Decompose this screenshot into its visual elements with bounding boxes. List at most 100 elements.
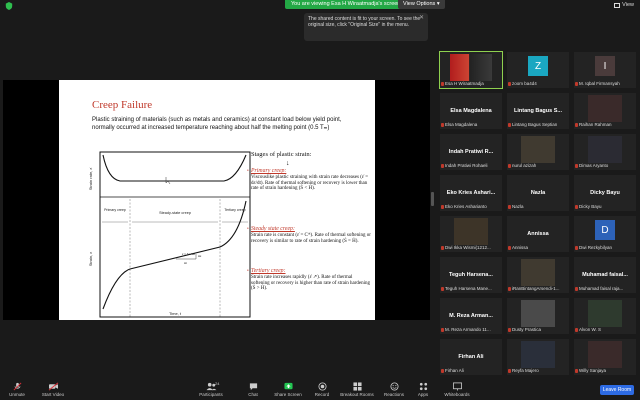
reactions-button[interactable]: Reactions <box>382 382 406 397</box>
muted-mic-icon <box>508 123 511 127</box>
participant-tile[interactable]: Eko Kries Ashari... Eko Kries Asharianto <box>440 175 502 211</box>
apps-icon <box>419 382 427 391</box>
participant-caption: Willy Sanjaya <box>579 368 607 373</box>
apps-button[interactable]: Apps <box>414 382 432 397</box>
delta-t-label: Δt <box>184 261 187 265</box>
view-options-button[interactable]: View Options ▾ <box>398 0 445 9</box>
view-button[interactable]: View <box>614 2 634 8</box>
top-bar: You are viewing Esa H Wiraatmadja's scre… <box>0 0 640 10</box>
participant-caption: Dwi Rezkybilyan <box>579 245 613 250</box>
stages-panel: Stages of plastic strain: ↓ • Primary cr… <box>247 151 371 291</box>
participant-tile[interactable]: I M. Iqbal Firmansyah <box>574 52 636 88</box>
tertiary-region-label: Tertiary creep <box>224 208 245 212</box>
participant-tile[interactable]: Reyfa Majero <box>507 339 569 375</box>
whiteboard-icon <box>452 382 462 391</box>
muted-mic-icon <box>575 369 578 373</box>
reactions-label: Reactions <box>383 392 404 397</box>
presentation-slide: Creep Failure Plastic straining of mater… <box>59 80 375 320</box>
tertiary-creep-text: Strain rate increases rapidly (ε̇ ↗). Ra… <box>251 274 370 292</box>
participant-caption: Elsa Magdalena <box>445 122 478 127</box>
video-thumbnail <box>521 341 555 368</box>
participant-tile[interactable]: Zzoom ba4d4 <box>507 52 569 88</box>
close-icon[interactable]: ✕ <box>419 15 424 21</box>
start-video-label: Start Video <box>41 392 65 397</box>
shared-screen: Creep Failure Plastic straining of mater… <box>3 80 430 320</box>
muted-mic-icon <box>575 82 578 86</box>
participant-tile[interactable]: Raihan Rahman <box>574 93 636 129</box>
bullet-icon: • <box>247 269 249 274</box>
participant-tile[interactable]: M. Reza Arman... M. Reza Armando 11... <box>440 298 502 334</box>
chat-button[interactable]: Chat <box>244 382 262 397</box>
video-thumbnail <box>588 136 622 163</box>
slide-paragraph: Plastic straining of materials (such as … <box>92 117 342 131</box>
participant-caption: Dimas Aryanto <box>579 163 609 168</box>
security-shield-icon[interactable] <box>5 2 13 10</box>
video-thumbnail <box>450 54 492 81</box>
video-thumbnail <box>521 300 555 327</box>
video-thumbnail <box>588 95 622 122</box>
participant-caption: iRanBintangArsendi-1... <box>512 286 560 291</box>
participant-caption: Dwi Ikka Wismi(1212... <box>445 245 491 250</box>
muted-mic-icon <box>508 82 511 86</box>
breakout-rooms-icon <box>352 382 362 391</box>
video-thumbnail <box>521 259 555 286</box>
participant-caption: zoom ba4d4 <box>512 81 537 86</box>
participant-caption: M. Iqbal Firmansyah <box>579 81 620 86</box>
unmute-button[interactable]: Unmute <box>6 382 28 397</box>
start-video-button[interactable]: Start Video <box>40 382 66 397</box>
participant-tile[interactable]: Dicky Bayu Dicky Bayu <box>574 175 636 211</box>
participant-tile[interactable]: Teguh Harsena... Teguh Harsena Mane... <box>440 257 502 293</box>
participant-tile[interactable]: Indah Pratiwi R... Indah Pratiwi Rohaeli <box>440 134 502 170</box>
tertiary-creep-block: • Tertiary creep: Strain rate increases … <box>247 268 371 292</box>
record-button[interactable]: Record <box>312 382 332 397</box>
fit-screen-tooltip: The shared content is fit to your screen… <box>304 13 428 41</box>
record-label: Record <box>314 392 330 397</box>
participant-caption: Annissa <box>512 245 529 250</box>
steady-creep-block: • Steady state creep: Strain rate is con… <box>247 226 371 244</box>
apps-label: Apps <box>417 392 429 397</box>
participant-caption: Reyfa Majero <box>512 368 539 373</box>
muted-mic-icon <box>508 205 511 209</box>
participant-caption: Esa H Wiraatmadja <box>445 81 484 86</box>
participant-caption: Muhamad faisal raja... <box>579 286 624 291</box>
participant-tile[interactable]: iRanBintangArsendi-1... <box>507 257 569 293</box>
participant-tile[interactable]: Esa H Wiraatmadja <box>439 51 503 89</box>
breakout-rooms-button[interactable]: Breakout Rooms <box>338 382 376 397</box>
creep-curve-diagram: Strain rate, ε̇ Strain, ε Time, t Primar… <box>88 151 251 318</box>
participant-tile[interactable]: Elsa Magdalena Elsa Magdalena <box>440 93 502 129</box>
muted-mic-icon <box>575 205 578 209</box>
share-screen-button[interactable]: Share Screen <box>274 382 302 397</box>
participant-tile[interactable]: Dwi Ikka Wismi(1212... <box>440 216 502 252</box>
participant-tile[interactable]: Nazla Nazla <box>507 175 569 211</box>
avatar: I <box>595 56 615 76</box>
participant-caption: Alvon W. S <box>579 327 602 332</box>
splitter-handle[interactable] <box>431 192 434 206</box>
participant-tile[interactable]: Muhamad faisal... Muhamad faisal raja... <box>574 257 636 293</box>
participant-caption: nurul azizah <box>512 163 537 168</box>
x-axis-label: Time, t <box>169 311 182 316</box>
participant-tile[interactable]: Alvon W. S <box>574 298 636 334</box>
participant-caption: Raihan Rahman <box>579 122 612 127</box>
bullet-icon: • <box>247 227 249 232</box>
muted-mic-icon <box>441 123 444 127</box>
participant-caption: Nazla <box>512 204 524 209</box>
participant-tile[interactable]: nurul azizah <box>507 134 569 170</box>
participant-tile[interactable]: Annissa Annissa <box>507 216 569 252</box>
participants-count: 24 <box>215 381 220 386</box>
zoom-window: You are viewing Esa H Wiraatmadja's scre… <box>0 0 640 400</box>
participant-tile[interactable]: Dimas Aryanto <box>574 134 636 170</box>
muted-mic-icon <box>508 328 511 332</box>
participant-tile[interactable]: Dusty Prastica <box>507 298 569 334</box>
video-thumbnail <box>588 300 622 327</box>
participant-tile[interactable]: Lintang Bagus S... Lintang Bagus Septian <box>507 93 569 129</box>
participant-tile[interactable]: Firhan Ali Firhan Ali <box>440 339 502 375</box>
participants-button[interactable]: Participants 24 <box>198 381 224 397</box>
avatar: Z <box>528 56 548 76</box>
participant-caption: Dusty Prastica <box>512 327 542 332</box>
muted-mic-icon <box>13 382 21 391</box>
whiteboards-button[interactable]: Whiteboards <box>440 382 474 397</box>
participant-tile[interactable]: D Dwi Rezkybilyan <box>574 216 636 252</box>
leave-room-button[interactable]: Leave Room <box>600 385 634 395</box>
participant-caption: M. Reza Armando 11... <box>445 327 491 332</box>
participant-tile[interactable]: Willy Sanjaya <box>574 339 636 375</box>
